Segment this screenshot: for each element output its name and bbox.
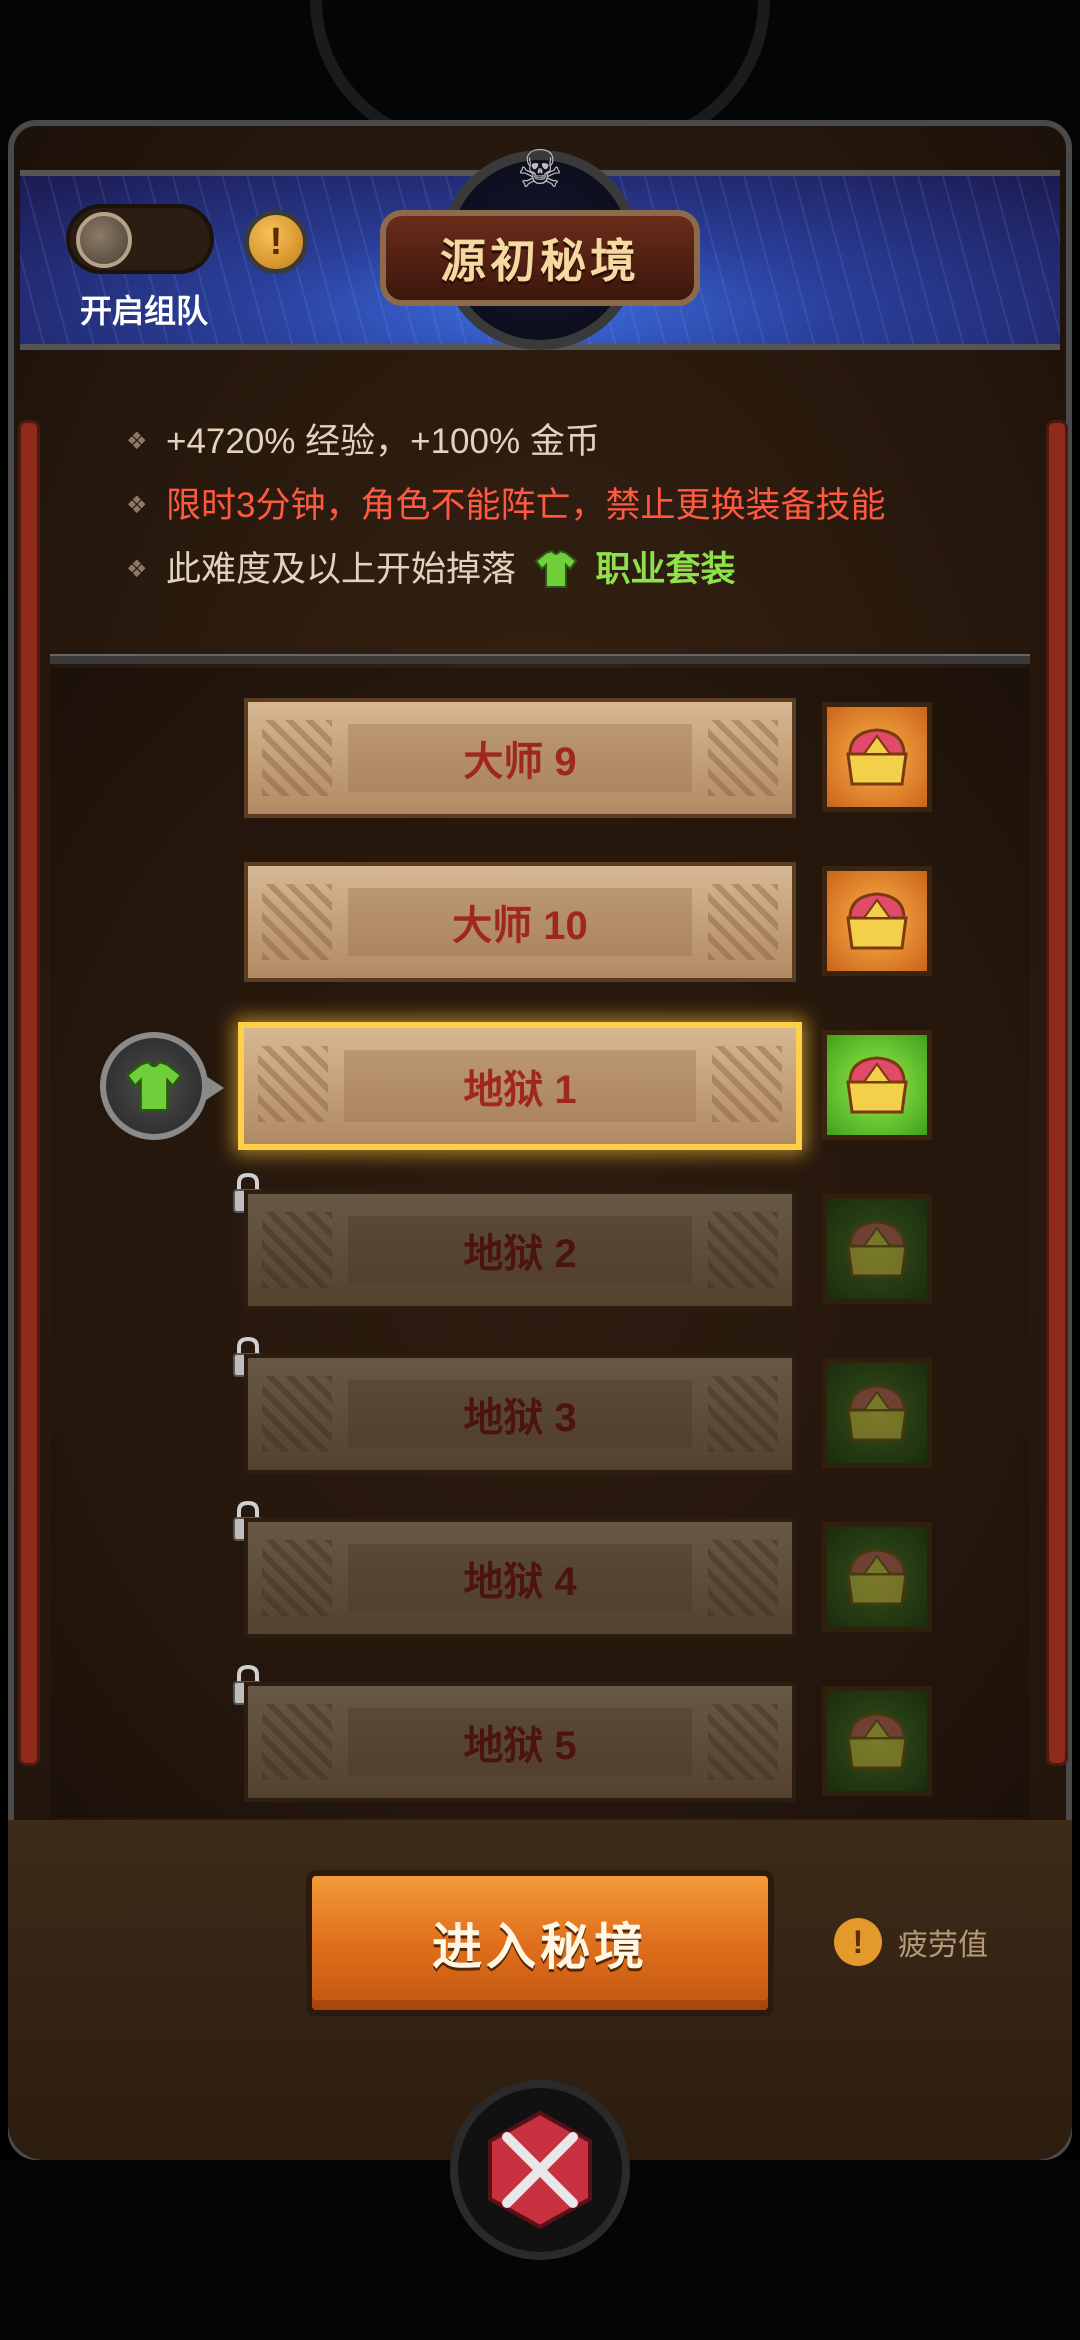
warning-icon: ! [834,1918,882,1966]
dungeon-rules: ❖ +4720% 经验，+100% 金币 ❖ 限时3分钟，角色不能阵亡，禁止更换… [126,410,1026,602]
battle-button[interactable] [450,2080,630,2260]
team-toggle[interactable] [66,204,214,274]
reward-chest-hell-5[interactable] [822,1686,932,1796]
level-row-hell-3[interactable]: 地狱 3 [244,1354,796,1474]
level-row-hell-2[interactable]: 地狱 2 [244,1190,796,1310]
bullet-icon: ❖ [126,492,148,519]
reward-chest-hell-2[interactable] [822,1194,932,1304]
toggle-knob [76,212,132,268]
chest-icon [846,1220,908,1278]
rule-restriction: ❖ 限时3分钟，角色不能阵亡，禁止更换装备技能 [126,474,1026,538]
reward-chest-hell-1[interactable] [822,1030,932,1140]
level-row-hell-1[interactable]: 地狱 1 [238,1022,802,1150]
right-frame-bar [1046,420,1068,1766]
reward-chest-hell-3[interactable] [822,1358,932,1468]
level-row-hell-4[interactable]: 地狱 4 [244,1518,796,1638]
chest-icon [846,1384,908,1442]
chest-icon [846,892,908,950]
team-toggle-label: 开启组队 [79,293,208,329]
chest-icon [846,1056,908,1114]
reward-chest-master-9[interactable] [822,702,932,812]
fatigue-indicator[interactable]: ! 疲劳值 [834,1914,988,1970]
bullet-icon: ❖ [126,556,148,583]
armor-icon [125,1060,183,1112]
crossed-swords-icon [488,2110,592,2230]
rule-drop: ❖ 此难度及以上开始掉落 职业套装 [126,538,1026,602]
marker-pointer [206,1076,224,1100]
section-divider [50,654,1030,664]
current-level-marker [100,1032,208,1140]
fatigue-label: 疲劳值 [898,1929,988,1962]
reward-chest-master-10[interactable] [822,866,932,976]
info-button[interactable]: ! [244,210,308,274]
skull-icon: ☠ [516,141,564,199]
enter-dungeon-button[interactable]: 进入秘境 [306,1870,774,2016]
reward-chest-hell-4[interactable] [822,1522,932,1632]
level-row-master-10[interactable]: 大师 10 [244,862,796,982]
armor-icon [534,549,578,588]
left-frame-bar [18,420,40,1766]
level-row-hell-5[interactable]: 地狱 5 [244,1682,796,1802]
chest-icon [846,1548,908,1606]
level-row-master-9[interactable]: 大师 9 [244,698,796,818]
page-title: 源初秘境 [380,210,700,306]
chest-icon [846,728,908,786]
bullet-icon: ❖ [126,428,148,455]
rule-reward: ❖ +4720% 经验，+100% 金币 [126,410,1026,474]
chest-icon [846,1712,908,1770]
